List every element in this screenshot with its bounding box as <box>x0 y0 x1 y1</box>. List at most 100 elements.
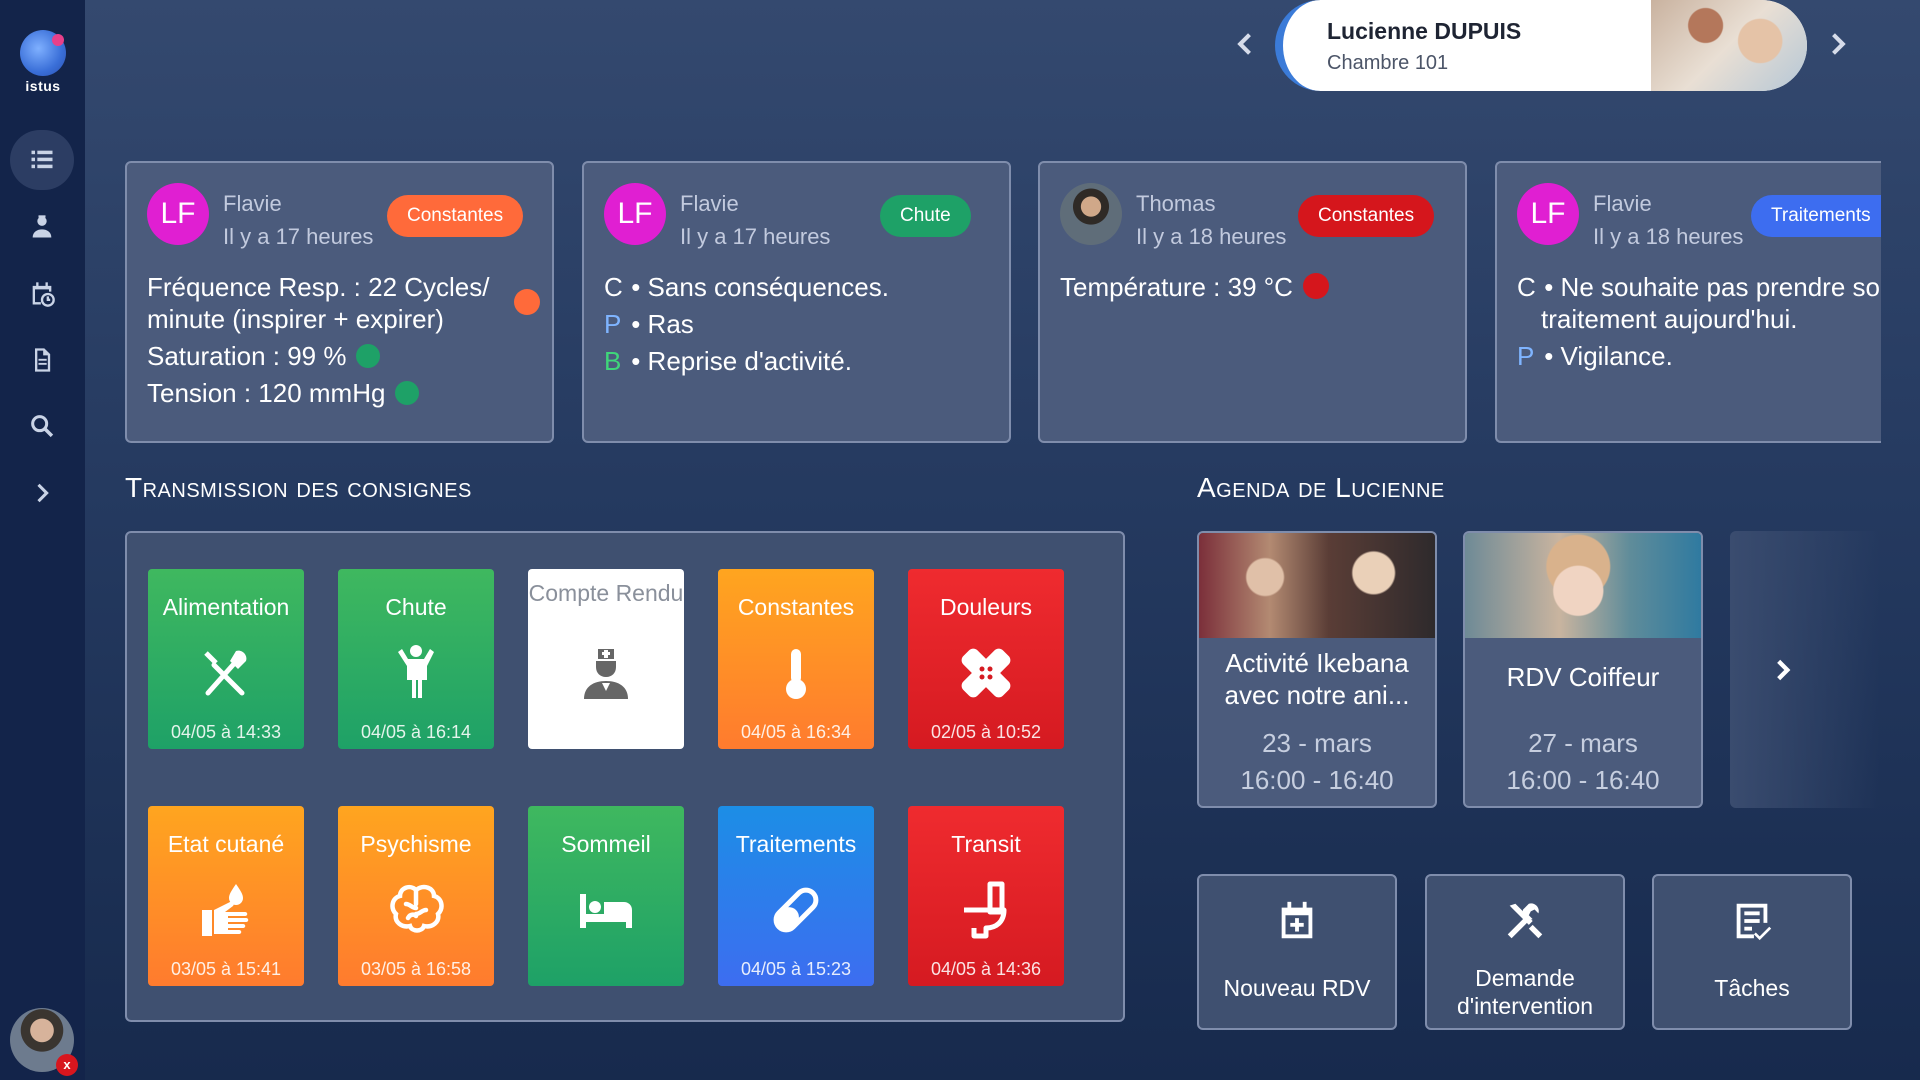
event-title: Activité Ikebana avec notre ani... <box>1224 648 1410 710</box>
status-dot <box>356 344 381 368</box>
transmission-card[interactable]: Thomas Il y a 18 heures Constantes Tempé… <box>1038 161 1467 443</box>
tile-label: Sommeil <box>561 831 651 857</box>
new-appointment-button[interactable]: Nouveau RDV <box>1197 874 1397 1030</box>
chevron-right-icon <box>1777 659 1791 680</box>
tile-label: Transit <box>951 831 1021 857</box>
status-dot <box>514 289 540 315</box>
tile-douleurs[interactable]: Douleurs 02/05 à 10:52 <box>908 569 1064 749</box>
next-patient-button[interactable] <box>1817 22 1857 66</box>
author-info: Thomas Il y a 18 heures <box>1136 187 1286 253</box>
sidebar-item-residents[interactable] <box>10 197 74 257</box>
task-list-icon <box>1729 898 1775 944</box>
transmission-card[interactable]: LF Flavie Il y a 17 heures Constantes Fr… <box>125 161 554 443</box>
intervention-request-button[interactable]: Demande d'intervention <box>1425 874 1625 1030</box>
event-when: 23 - mars 16:00 - 16:40 <box>1199 725 1435 799</box>
cpb-text: • Sans conséquences. <box>631 272 889 302</box>
logout-badge[interactable]: x <box>56 1054 78 1076</box>
action-label: Nouveau RDV <box>1223 975 1371 1001</box>
cpb-row: C • Sans conséquences. <box>604 271 989 303</box>
chevron-left-icon <box>1237 33 1251 55</box>
nurse-icon <box>576 643 636 703</box>
fork-knife-icon <box>196 643 256 703</box>
tile-traitements[interactable]: Traitements 04/05 à 15:23 <box>718 806 874 986</box>
previous-patient-button[interactable] <box>1226 22 1266 66</box>
vital-text: Saturation : 99 % <box>147 341 347 371</box>
sidebar-item-agenda[interactable] <box>10 264 74 324</box>
tile-label: Alimentation <box>162 594 290 620</box>
event-title: RDV Coiffeur <box>1506 662 1660 692</box>
chevron-right-icon <box>1832 33 1846 55</box>
tile-date: 04/05 à 16:34 <box>740 722 852 742</box>
sidebar-item-documents[interactable] <box>10 330 74 390</box>
tile-psychisme[interactable]: Psychisme 03/05 à 16:58 <box>338 806 494 986</box>
tools-icon <box>1502 898 1548 944</box>
event-photo <box>1465 533 1701 638</box>
tile-date: 04/05 à 16:14 <box>360 722 472 742</box>
action-label: Demande d'intervention <box>1456 965 1594 1019</box>
tile-date: 04/05 à 14:36 <box>930 959 1042 979</box>
tile-transit[interactable]: Transit 04/05 à 14:36 <box>908 806 1064 986</box>
cpb-text: • Vigilance. <box>1544 341 1673 371</box>
transmission-card[interactable]: LF Flavie Il y a 17 heures Chute C • San… <box>582 161 1011 443</box>
author-info: Flavie Il y a 17 heures <box>680 187 830 253</box>
tile-label: Chute <box>385 594 447 620</box>
cpb-letter: C <box>604 272 623 302</box>
patient-selector[interactable]: Lucienne DUPUIS Chambre 101 <box>1275 0 1807 91</box>
search-icon <box>31 415 54 438</box>
sidebar-item-transmissions[interactable] <box>10 130 74 190</box>
calendar-clock-icon <box>32 282 55 307</box>
tile-etat-cutane[interactable]: Etat cutané 03/05 à 15:41 <box>148 806 304 986</box>
patient-room: Chambre 101 <box>1327 52 1449 74</box>
transmission-time: Il y a 18 heures <box>1593 224 1744 249</box>
app-logo[interactable]: istus <box>16 30 70 94</box>
vital-text: Tension : 120 mmHg <box>147 378 386 408</box>
action-label: Tâches <box>1714 975 1790 1001</box>
tile-date: 04/05 à 15:23 <box>740 959 852 979</box>
cpb-letter: B <box>604 346 622 376</box>
cpb-letter: P <box>1517 341 1535 371</box>
sidebar-expand-button[interactable] <box>10 463 74 523</box>
tile-alimentation[interactable]: Alimentation 04/05 à 14:33 <box>148 569 304 749</box>
consignes-title: Transmission des consignes <box>125 472 472 503</box>
cpb-text: • Reprise d'activité. <box>631 346 852 376</box>
vital-text: Fréquence Resp. : 22 Cycles/ minute (ins… <box>147 272 490 334</box>
status-dot <box>1302 273 1329 299</box>
tile-sommeil[interactable]: Sommeil <box>528 806 684 986</box>
logo-text: istus <box>25 78 61 94</box>
agenda-event-card[interactable]: Activité Ikebana avec notre ani... 23 - … <box>1197 531 1437 808</box>
tasks-button[interactable]: Tâches <box>1652 874 1852 1030</box>
category-badge: Constantes <box>387 195 524 237</box>
category-badge: Constantes <box>1298 195 1435 237</box>
event-date: 27 - mars <box>1528 728 1638 758</box>
vital-row: Saturation : 99 % <box>147 340 532 372</box>
tile-constantes[interactable]: Constantes 04/05 à 16:34 <box>718 569 874 749</box>
tile-date: 02/05 à 10:52 <box>930 722 1042 742</box>
transmission-body: Température : 39 °C <box>1060 271 1445 303</box>
tile-compte-rendu[interactable]: Compte Rendu <box>528 569 684 749</box>
cpb-row: C • Ne souhaite pas prendre son traiteme… <box>1517 271 1881 335</box>
transmission-body: Fréquence Resp. : 22 Cycles/ minute (ins… <box>147 271 540 409</box>
author-avatar: LF <box>604 183 666 245</box>
event-time: 16:00 - 16:40 <box>1506 765 1660 795</box>
author-name: Flavie <box>223 191 282 216</box>
cpb-row: B • Reprise d'activité. <box>604 345 989 377</box>
sidebar-item-search[interactable] <box>10 396 74 456</box>
agenda-next-button[interactable] <box>1730 531 1880 808</box>
agenda-title: Agenda de Lucienne <box>1197 472 1445 503</box>
patient-photo <box>1651 0 1807 91</box>
hand-drop-icon <box>196 880 256 940</box>
author-name: Flavie <box>1593 191 1652 216</box>
tile-chute[interactable]: Chute 04/05 à 16:14 <box>338 569 494 749</box>
author-avatar <box>1060 183 1122 245</box>
transmission-time: Il y a 17 heures <box>223 224 374 249</box>
tile-label: Compte Rendu <box>528 580 684 606</box>
category-badge: Chute <box>880 195 971 237</box>
tile-label: Etat cutané <box>167 831 285 857</box>
agenda-event-card[interactable]: RDV Coiffeur 27 - mars 16:00 - 16:40 <box>1463 531 1703 808</box>
cpb-letter: C <box>1517 272 1536 302</box>
cpb-letter: P <box>604 309 622 339</box>
vital-row: Température : 39 °C <box>1060 271 1445 303</box>
event-when: 27 - mars 16:00 - 16:40 <box>1465 725 1701 799</box>
transmission-card[interactable]: LF Flavie Il y a 18 heures Traitements C… <box>1495 161 1881 443</box>
event-time: 16:00 - 16:40 <box>1240 765 1394 795</box>
